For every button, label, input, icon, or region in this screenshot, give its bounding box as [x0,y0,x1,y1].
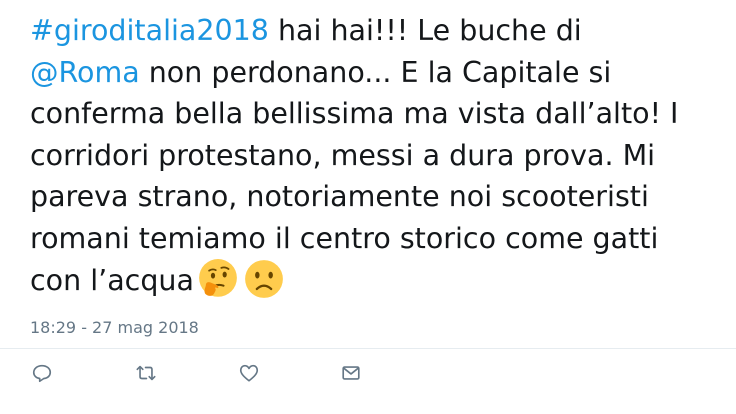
direct-message-button[interactable] [338,360,364,386]
tweet-line-3: conferma bella bellissima ma vista dall’… [30,97,679,130]
retweet-icon [136,365,156,381]
like-button[interactable] [236,360,262,386]
thinking-face-emoji [199,259,237,297]
divider [0,348,736,349]
tweet-line-text: con l’acqua [30,264,194,297]
tweet-card: #giroditalia2018 hai hai!!! Le buche di … [0,0,736,414]
heart-icon [239,364,259,382]
tweet-timestamp[interactable]: 18:29 - 27 mag 2018 [30,318,199,337]
mention-link[interactable]: @Roma [30,56,140,89]
retweet-button[interactable] [133,360,159,386]
tweet-line-1: #giroditalia2018 hai hai!!! Le buche di [30,10,730,52]
frowning-face-emoji [245,260,283,298]
tweet-actions [0,360,736,390]
tweet-line-7: con l’acqua [30,259,730,302]
tweet-line-4: corridori protestano, messi a dura prova… [30,138,656,172]
tweet-line-text: hai hai!!! Le buche di [268,14,582,47]
tweet-line-5: pareva strano, notoriamente noi scooteri… [30,180,649,213]
tweet-line-2: @Roma non perdonano... E la Capitale si [30,52,730,94]
reply-icon [32,364,52,383]
reply-button[interactable] [29,360,55,386]
tweet-line-text: non perdonano... E la Capitale si [139,55,612,89]
hashtag-link[interactable]: #giroditalia2018 [30,14,269,47]
tweet-line-6: romani temiamo il centro storico come ga… [30,221,659,255]
envelope-icon [342,366,360,380]
tweet-text: #giroditalia2018 hai hai!!! Le buche di … [30,10,730,302]
